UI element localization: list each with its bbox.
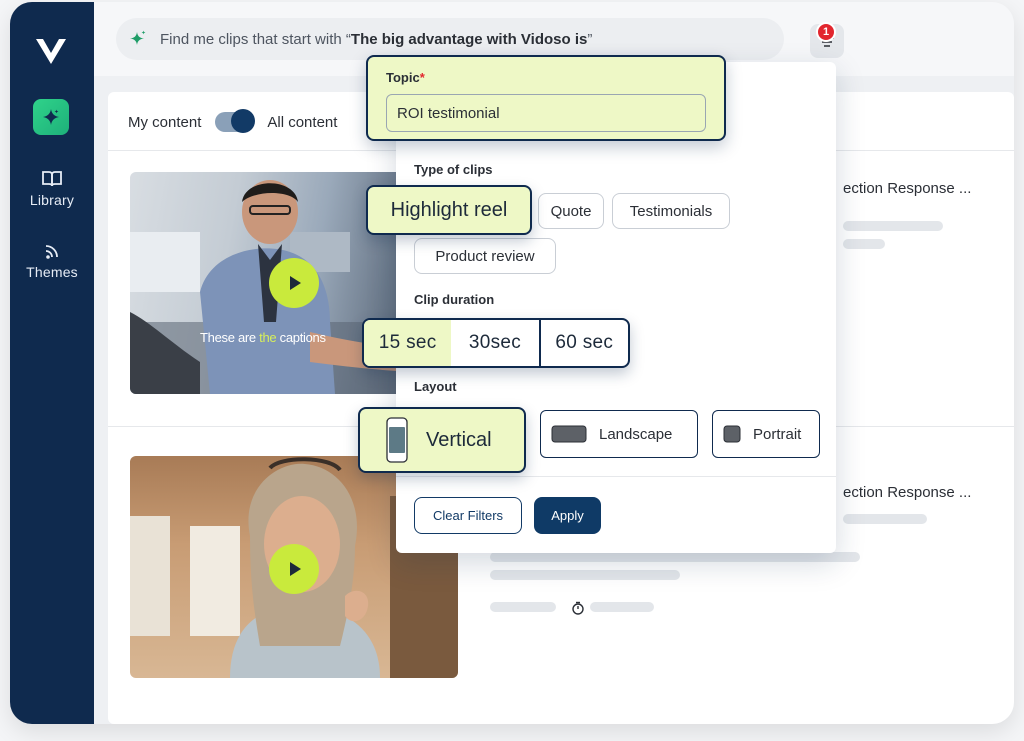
required-mark: * [419, 70, 425, 85]
sidebar-item-label: Themes [26, 264, 78, 280]
rss-icon [45, 245, 58, 259]
sidebar: Library Themes [10, 2, 94, 724]
skeleton-line [590, 602, 654, 612]
layout-option-label: Vertical [426, 428, 492, 451]
sidebar-item-library[interactable]: Library [10, 170, 94, 208]
content-switch[interactable] [215, 109, 256, 133]
sparkle-icon [130, 30, 146, 45]
clip-type-quote[interactable]: Quote [538, 193, 604, 229]
topic-field-card: Topic* ROI testimonial [366, 55, 726, 141]
landscape-icon [551, 425, 587, 443]
play-button[interactable] [269, 544, 319, 594]
notification-badge: 1 [816, 22, 836, 42]
divider [396, 476, 836, 477]
topic-input[interactable]: ROI testimonial [386, 94, 706, 132]
caption-text: These are the captions [200, 330, 326, 345]
ai-search-input[interactable]: Find me clips that start with “The big a… [116, 18, 784, 60]
vertical-icon [386, 417, 408, 463]
search-suffix: ” [587, 30, 593, 48]
clip-title[interactable]: ection Response ... [843, 180, 971, 197]
caption-part: captions [276, 330, 326, 345]
switch-knob [231, 109, 256, 133]
duration-30-sec[interactable]: 30sec [451, 320, 538, 366]
topic-label-text: Topic [386, 70, 420, 85]
clip-type-testimonials[interactable]: Testimonials [612, 193, 730, 229]
layout-option-label: Landscape [599, 425, 673, 443]
layout-option-label: Portrait [753, 425, 802, 443]
sparkle-icon [43, 109, 59, 125]
type-of-clips-label: Type of clips [414, 162, 493, 177]
my-content-label[interactable]: My content [128, 114, 201, 131]
caption-part: These are [200, 330, 260, 345]
skeleton-line [843, 239, 885, 249]
topic-label: Topic* [386, 70, 425, 85]
sidebar-item-label: Library [29, 192, 75, 208]
duration-15-sec[interactable]: 15 sec [364, 320, 452, 366]
layout-label: Layout [414, 379, 457, 394]
skeleton-line [490, 570, 680, 580]
clip-type-product-review[interactable]: Product review [414, 238, 556, 274]
clip-type-highlight-reel[interactable]: Highlight reel [366, 185, 532, 235]
clip-duration-selector: 15 sec 30sec 60 sec [362, 318, 630, 368]
duration-60-sec[interactable]: 60 sec [538, 320, 628, 366]
book-icon [42, 171, 62, 187]
play-button[interactable] [269, 258, 319, 308]
content-toggle: My content All content [128, 109, 337, 133]
clip-duration-label: Clip duration [414, 292, 495, 307]
all-content-label[interactable]: All content [267, 114, 337, 131]
layout-vertical[interactable]: Vertical [358, 407, 526, 473]
caption-highlight: the [259, 330, 277, 345]
search-prefix: Find me clips that start with “ [160, 30, 351, 48]
layout-landscape[interactable]: Landscape [540, 410, 698, 458]
timer-icon [572, 601, 584, 615]
skeleton-line [490, 552, 860, 562]
ai-search-button[interactable] [33, 99, 69, 135]
skeleton-line [843, 221, 943, 231]
clip-title[interactable]: ection Response ... [843, 484, 971, 501]
vidoso-logo-icon[interactable] [34, 36, 68, 66]
layout-portrait[interactable]: Portrait [712, 410, 820, 458]
skeleton-line [843, 514, 927, 524]
sidebar-item-themes[interactable]: Themes [10, 242, 94, 280]
skeleton-line [490, 602, 556, 612]
search-query: The big advantage with Vidoso is [350, 30, 588, 48]
apply-button[interactable]: Apply [534, 497, 601, 534]
play-icon [290, 276, 301, 290]
play-icon [290, 562, 301, 576]
portrait-icon [723, 425, 741, 443]
clear-filters-button[interactable]: Clear Filters [414, 497, 522, 534]
